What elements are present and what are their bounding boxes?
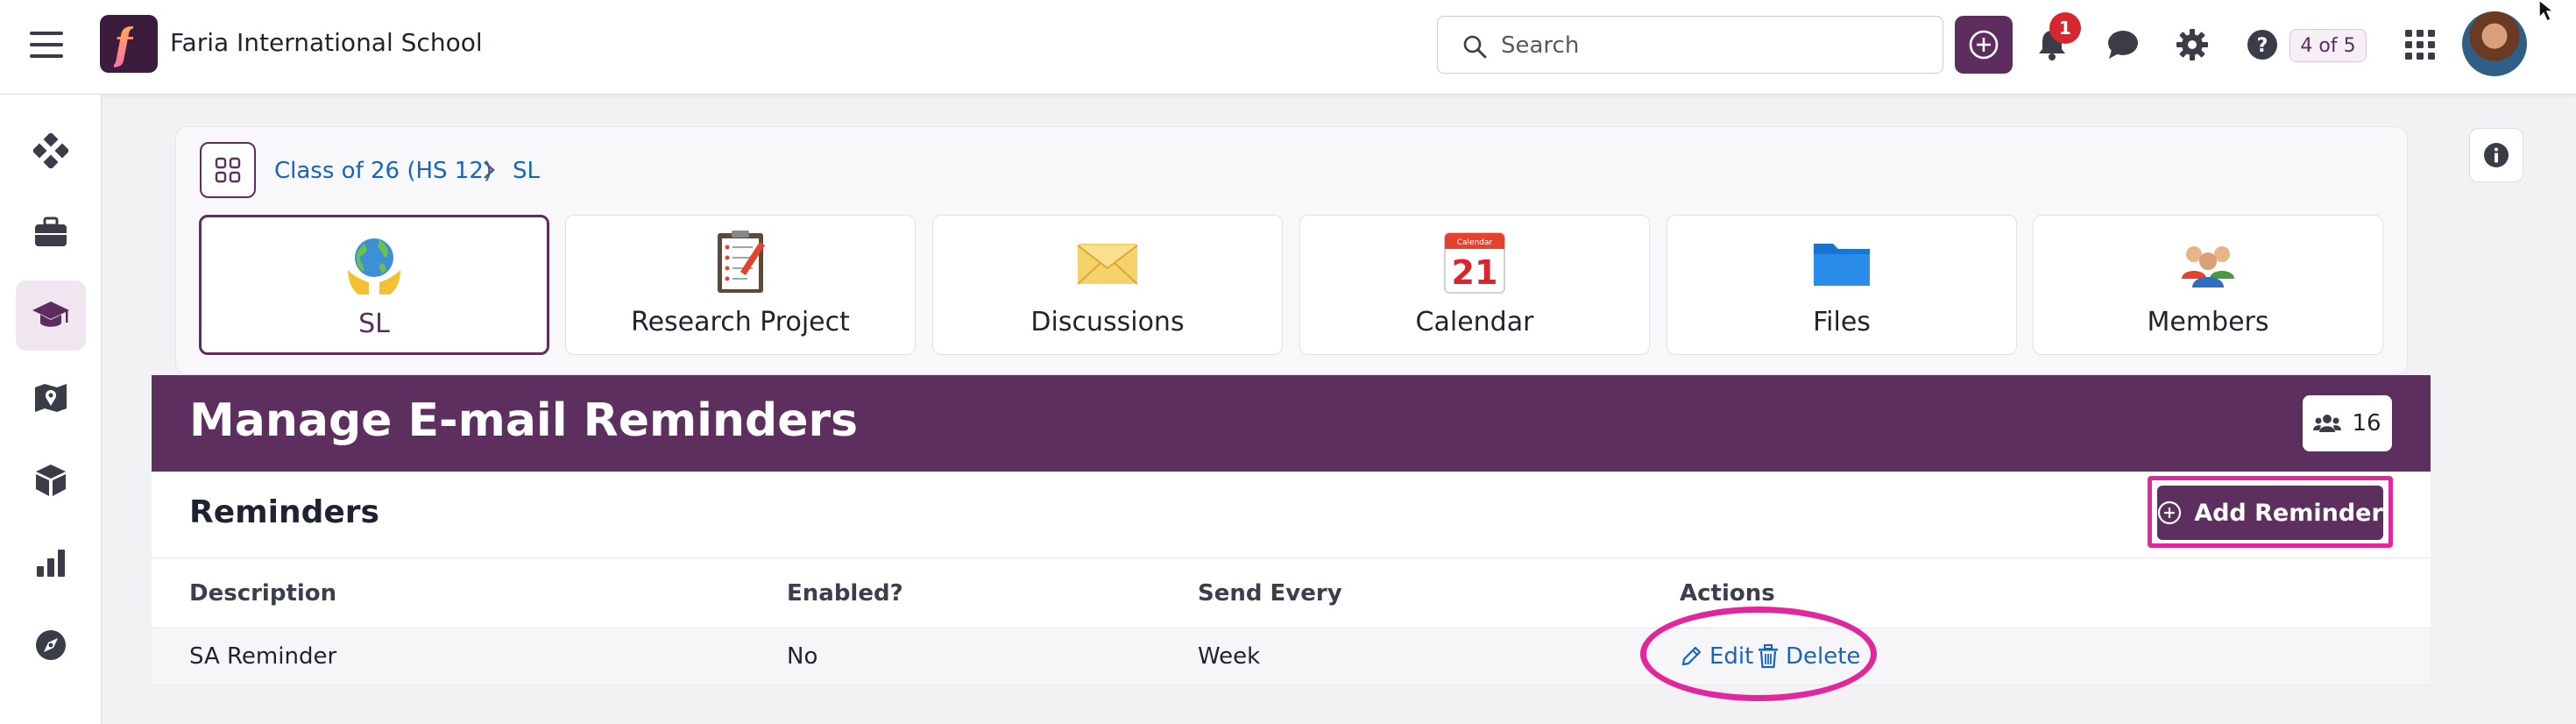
sidebar-item-explore[interactable] bbox=[16, 610, 86, 680]
gear-icon bbox=[2176, 29, 2208, 60]
tile-research-project[interactable]: Research Project bbox=[565, 215, 916, 355]
bar-chart-icon bbox=[37, 550, 65, 577]
column-header-actions: Actions bbox=[1680, 580, 1775, 607]
sidebar-item-briefcase[interactable] bbox=[16, 197, 86, 267]
school-logo[interactable]: f bbox=[100, 15, 158, 73]
tile-label: Members bbox=[2147, 307, 2269, 337]
breadcrumb-subject[interactable]: SL bbox=[513, 158, 540, 184]
user-avatar[interactable] bbox=[2462, 11, 2527, 76]
users-icon bbox=[2313, 415, 2342, 432]
sidebar-item-map[interactable] bbox=[16, 363, 86, 433]
divider bbox=[152, 557, 2431, 558]
svg-text:?: ? bbox=[2257, 35, 2268, 57]
table-row bbox=[152, 628, 2431, 685]
mouse-cursor-icon bbox=[2538, 0, 2556, 23]
search-input[interactable] bbox=[1501, 29, 1921, 62]
info-icon bbox=[2484, 143, 2509, 167]
column-header-description: Description bbox=[189, 580, 337, 607]
calendar-day-text: 21 bbox=[1452, 253, 1498, 292]
reminder-enabled: No bbox=[787, 643, 818, 670]
sidebar-item-classes[interactable] bbox=[16, 280, 86, 351]
compass-icon bbox=[36, 630, 66, 660]
section-title: Reminders bbox=[189, 494, 379, 530]
globe-hands-icon bbox=[348, 238, 400, 295]
top-bar: f Faria International School 1 bbox=[0, 0, 2576, 95]
briefcase-icon bbox=[35, 216, 67, 246]
menu-icon[interactable] bbox=[30, 32, 63, 58]
page-counter[interactable]: 4 of 5 bbox=[2289, 29, 2367, 62]
sidebar-item-dashboard[interactable] bbox=[16, 116, 86, 186]
chevron-right-icon bbox=[484, 161, 495, 179]
add-reminder-button[interactable]: Add Reminder bbox=[2157, 486, 2383, 540]
tile-label: Research Project bbox=[631, 307, 850, 337]
envelope-icon bbox=[1077, 244, 1138, 285]
plus-circle-icon bbox=[2158, 500, 2182, 525]
diamonds-icon bbox=[33, 133, 68, 168]
tile-label: Discussions bbox=[1030, 307, 1185, 337]
search-icon bbox=[1463, 35, 1487, 59]
tile-sl[interactable]: SL bbox=[199, 215, 549, 355]
logo-letter: f bbox=[114, 18, 133, 70]
school-name[interactable]: Faria International School bbox=[170, 28, 483, 57]
help-button[interactable]: ? bbox=[2241, 24, 2283, 66]
search-box[interactable] bbox=[1437, 16, 1943, 74]
reminder-description: SA Reminder bbox=[189, 643, 337, 670]
tile-calendar[interactable]: Calendar 21 Calendar bbox=[1299, 215, 1650, 355]
sidebar-item-reports[interactable] bbox=[16, 528, 86, 598]
breadcrumb-class[interactable]: Class of 26 (HS 12) bbox=[274, 158, 492, 184]
page-title: Manage E-mail Reminders bbox=[189, 394, 859, 447]
chat-icon bbox=[2108, 31, 2138, 59]
column-header-enabled: Enabled? bbox=[787, 580, 903, 607]
help-icon: ? bbox=[2247, 30, 2277, 60]
tile-label: Files bbox=[1813, 307, 1871, 337]
apps-button[interactable] bbox=[2399, 24, 2441, 66]
tile-members[interactable]: Members bbox=[2033, 215, 2383, 355]
tile-discussions[interactable]: Discussions bbox=[932, 215, 1283, 355]
calendar-icon: Calendar 21 bbox=[1444, 232, 1505, 294]
notification-badge: 1 bbox=[2049, 12, 2081, 44]
members-count: 16 bbox=[2352, 410, 2381, 437]
folder-icon bbox=[1814, 244, 1870, 286]
messages-button[interactable] bbox=[2102, 24, 2144, 66]
tile-label: Calendar bbox=[1415, 307, 1534, 337]
column-header-send-every: Send Every bbox=[1198, 580, 1342, 607]
add-reminder-label: Add Reminder bbox=[2194, 499, 2383, 527]
calendar-header-text: Calendar bbox=[1457, 238, 1493, 247]
plus-circle-icon bbox=[1969, 30, 1999, 60]
tile-files[interactable]: Files bbox=[1667, 215, 2017, 355]
info-button[interactable] bbox=[2469, 128, 2523, 182]
settings-button[interactable] bbox=[2171, 24, 2213, 66]
create-button[interactable] bbox=[1955, 16, 2013, 74]
map-pin-icon bbox=[35, 384, 67, 412]
people-icon bbox=[2182, 246, 2234, 287]
reminder-send-every: Week bbox=[1198, 643, 1261, 670]
grid-icon bbox=[2405, 30, 2435, 60]
cube-icon bbox=[36, 465, 66, 496]
sidebar-item-packages[interactable] bbox=[16, 445, 86, 515]
clipboard-icon bbox=[718, 231, 765, 293]
class-menu-button[interactable] bbox=[200, 142, 256, 198]
actions-highlight bbox=[1640, 607, 1877, 701]
left-sidebar bbox=[0, 95, 102, 724]
grid-outline-icon bbox=[215, 157, 241, 183]
tile-label: SL bbox=[358, 309, 390, 339]
members-count-button[interactable]: 16 bbox=[2303, 395, 2392, 451]
graduation-cap-icon bbox=[32, 302, 69, 327]
